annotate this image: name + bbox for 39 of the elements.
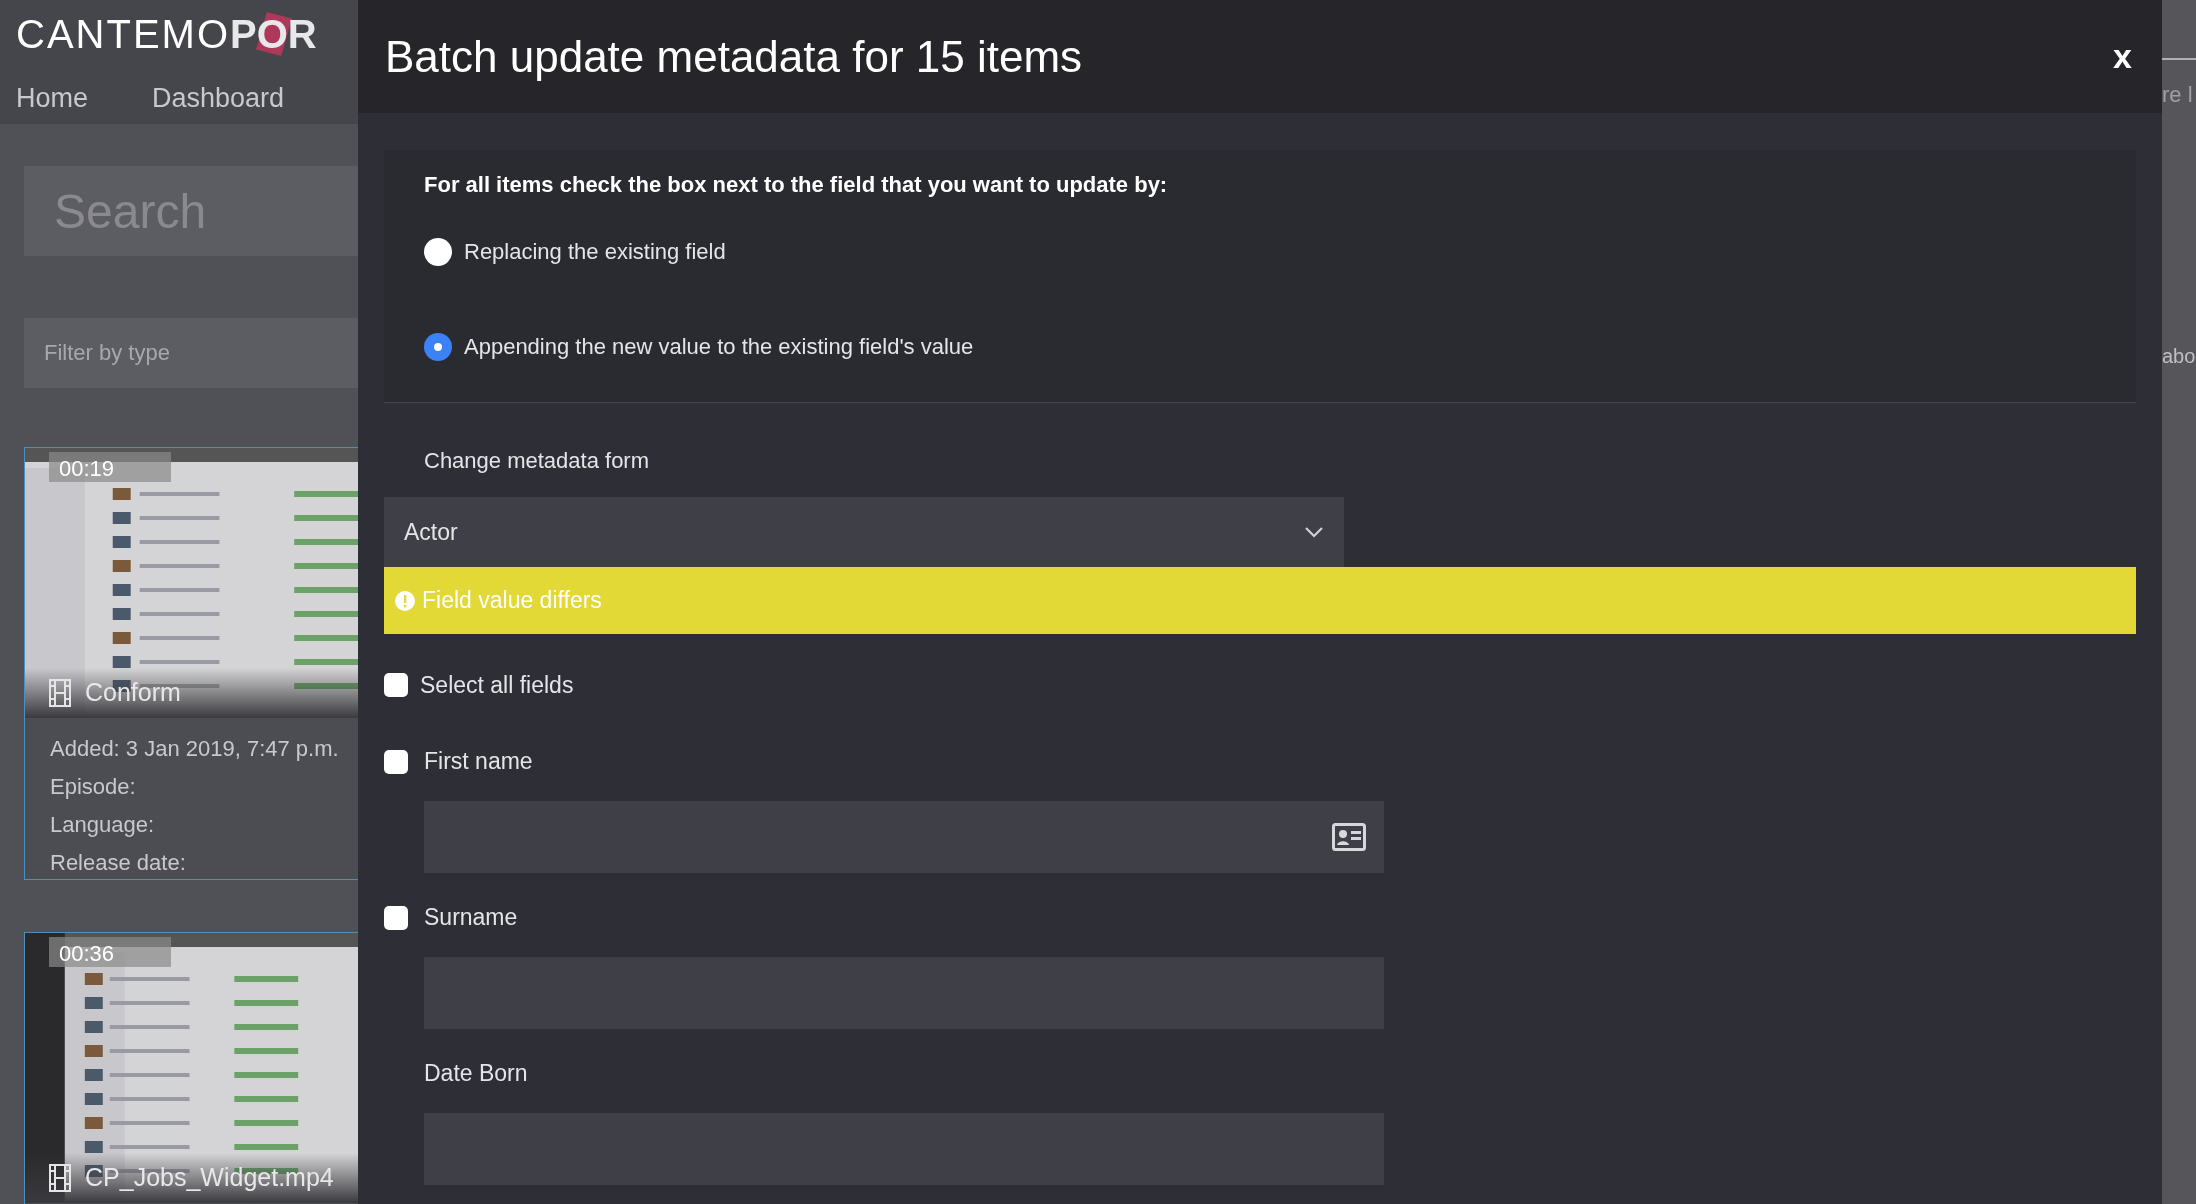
field-label: First name [424,747,533,777]
field-label: Surname [424,903,518,933]
form-label: Change metadata form [424,447,651,475]
media-card[interactable]: 00:19 Conform Added: 3 Jan 2019, 7:47 p.m. Episode: Language: Release date: [24,447,358,880]
instruction-text: For all items check the box next to the field that you want to update by: [424,171,1169,199]
nav-link[interactable]: Dashboard [152,78,285,119]
radio-button[interactable] [424,237,452,266]
nav-link[interactable]: Home [16,78,89,119]
metadata-text: Added: 3 Jan 2019, 7:47 p.m. [50,735,340,763]
cut-text: re l [2162,81,2194,109]
modal-title: Batch update metadata for 15 items [385,30,1083,83]
metadata-text: Episode: [50,773,137,801]
film-icon [49,1164,71,1192]
info-icon [394,589,416,612]
radio-button[interactable] [424,332,452,361]
checkbox[interactable] [384,673,408,698]
media-card[interactable]: 00:36 CP_Jobs_Widget.mp4 [24,932,358,1204]
form-dropdown[interactable]: Actor [384,497,1344,567]
filter-field[interactable]: Filter by type [24,318,358,388]
metadata-text: Language: [50,811,155,839]
cut-text: abo [2162,344,2196,369]
input-field[interactable] [424,800,1384,873]
checkbox[interactable] [384,749,408,774]
metadata-text: Release date: [50,849,187,877]
field-label: Date Born [424,1059,528,1089]
radio-label: Replacing the existing field [464,238,726,266]
contact-card-icon [1332,822,1366,851]
media-title: CP_Jobs_Widget.mp4 [85,1162,334,1194]
logo-text: CANTEMO [16,11,230,58]
close-button[interactable]: x [2113,31,2132,82]
duration-label: 00:19 [49,452,171,482]
radio-label: Appending the new value to the existing field's value [464,333,974,361]
film-icon [49,679,71,707]
checkbox-label: Select all fields [420,671,574,700]
media-title: Conform [85,677,181,709]
checkbox[interactable] [384,905,408,930]
duration-label: 00:36 [49,937,171,967]
chevron-down-icon [1304,526,1324,538]
notice-text: Field value differs [422,586,602,616]
